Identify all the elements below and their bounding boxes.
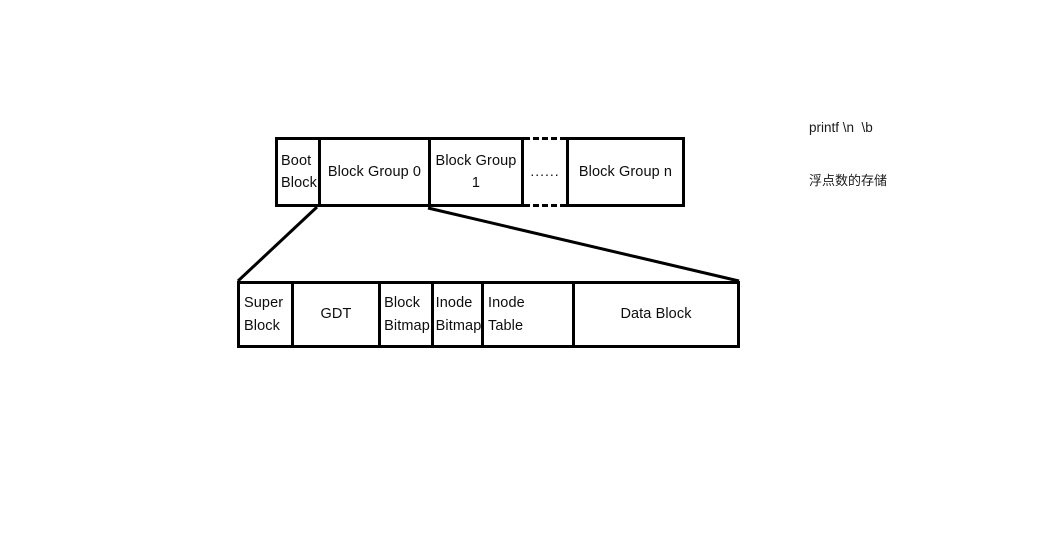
connector-line-right [427,206,740,283]
note-float-storage: 浮点数的存储 [809,173,888,188]
group-cell-block-bitmap-label: Block Bitmap [384,295,430,334]
group-cell-inode-bitmap-label: Inode Bitmap [435,295,482,334]
disk-cell-block-group-0: Block Group 0 [318,137,428,207]
disk-cell-boot-block-label: Boot Block [281,152,317,191]
disk-cell-boot-block: Boot Block [275,137,318,207]
disk-cell-ellipsis-label: ...... [530,163,560,180]
disk-cell-block-group-1: Block Group 1 [428,137,524,207]
disk-cell-block-group-1-label: Block Group 1 [435,152,517,191]
group-cell-gdt: GDT [291,281,378,348]
diagram-canvas: Boot Block Block Group 0 Block Group 1 .… [0,0,1045,546]
group-cell-data-block-label: Data Block [620,306,692,323]
disk-cell-ellipsis: ...... [524,137,566,207]
connector-lines [236,205,740,283]
disk-cell-block-group-n-label: Block Group n [578,163,673,180]
note-printf: printf \n \b [809,120,873,135]
disk-cell-block-group-n: Block Group n [566,137,685,207]
group-cell-data-block: Data Block [572,281,740,348]
group-cell-inode-bitmap: Inode Bitmap [431,281,481,348]
group-cell-gdt-label: GDT [320,306,352,323]
group-cell-block-bitmap: Block Bitmap [378,281,431,348]
group-cell-super-block: Super Block [237,281,291,348]
disk-cell-block-group-0-label: Block Group 0 [327,163,422,180]
group-cell-inode-table: Inode Table [481,281,572,348]
group-cell-super-block-label: Super Block [244,295,284,334]
connector-line-left [236,205,319,283]
group-cell-inode-table-label: Inode Table [488,295,525,334]
